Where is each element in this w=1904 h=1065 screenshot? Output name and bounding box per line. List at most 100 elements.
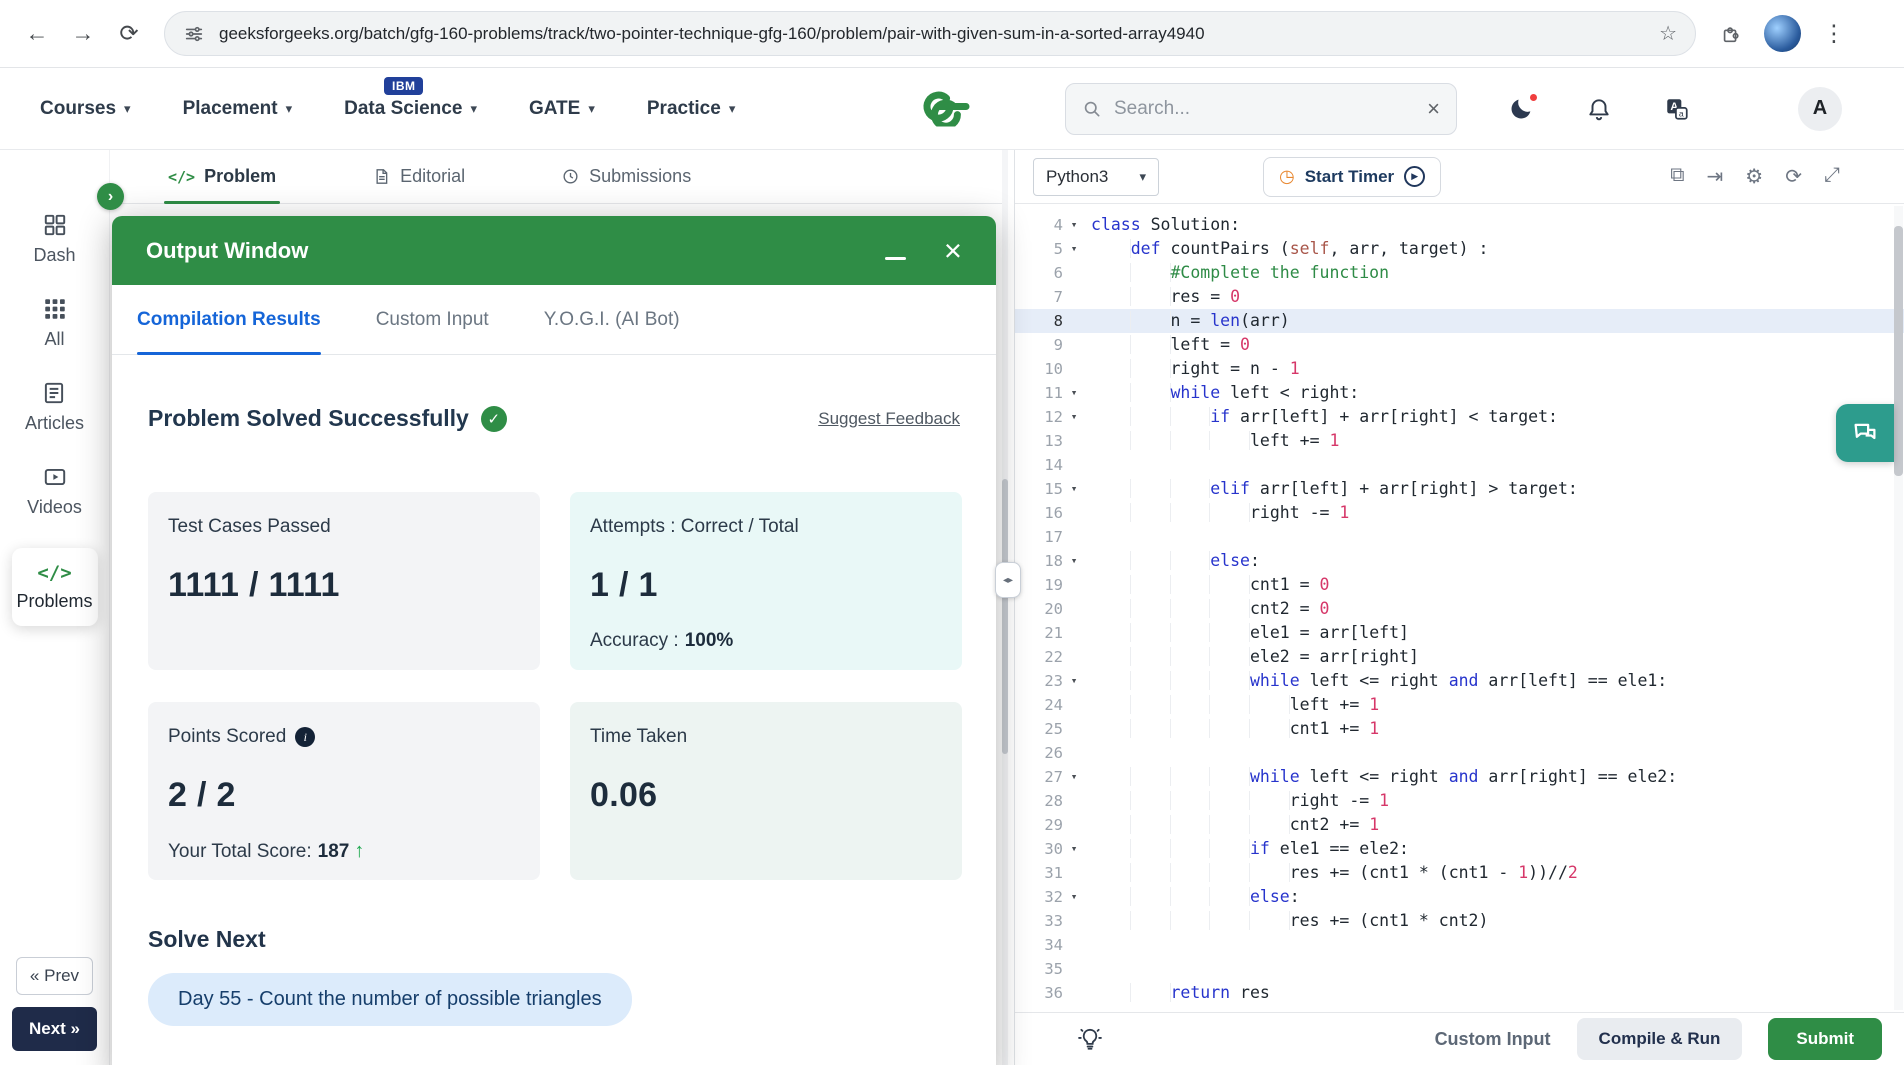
code-line[interactable]: cnt1 += 1 — [1089, 717, 1904, 741]
hint-bulb-icon[interactable] — [1077, 1026, 1103, 1052]
site-info-icon[interactable] — [183, 23, 205, 45]
close-icon[interactable]: × — [944, 235, 962, 266]
nav-gate[interactable]: GATE ▾ — [529, 68, 595, 149]
user-avatar[interactable]: A — [1798, 86, 1842, 131]
code-line[interactable] — [1089, 525, 1904, 549]
code-line[interactable]: if ele1 == ele2: — [1089, 837, 1904, 861]
settings-gear-icon[interactable]: ⚙ — [1745, 164, 1763, 189]
forward-icon[interactable]: → — [62, 13, 104, 55]
sidebar-item-videos[interactable]: Videos — [27, 464, 82, 518]
address-bar[interactable]: geeksforgeeks.org/batch/gfg-160-problems… — [164, 11, 1696, 56]
code-line[interactable]: ele2 = arr[right] — [1089, 645, 1904, 669]
sidebar-item-dash[interactable]: Dash — [33, 212, 76, 266]
nav-data-science[interactable]: IBM Data Science ▾ — [344, 68, 477, 149]
code-line[interactable]: res = 0 — [1089, 285, 1904, 309]
discussion-fab[interactable] — [1836, 404, 1894, 462]
sidebar-item-problems[interactable]: </> Problems — [11, 548, 98, 626]
code-line[interactable]: left = 0 — [1089, 333, 1904, 357]
tab-submissions[interactable]: Submissions — [561, 150, 691, 203]
gutter-line[interactable]: 20 — [1015, 597, 1089, 621]
code-line[interactable]: elif arr[left] + arr[right] > target: — [1089, 477, 1904, 501]
sidebar-item-all[interactable]: All — [42, 296, 68, 350]
search-input[interactable]: Search... × — [1065, 82, 1457, 135]
browser-menu-icon[interactable]: ⋮ — [1813, 13, 1855, 55]
code-line[interactable]: return res — [1089, 981, 1904, 1005]
code-line[interactable] — [1089, 453, 1904, 477]
sidebar-item-articles[interactable]: Articles — [25, 380, 84, 434]
gutter-line[interactable]: 17 — [1015, 525, 1089, 549]
tab-editorial[interactable]: Editorial — [372, 150, 465, 203]
code-line[interactable]: else: — [1089, 885, 1904, 909]
search-clear-icon[interactable]: × — [1427, 96, 1440, 122]
code-line[interactable]: left += 1 — [1089, 429, 1904, 453]
code-line[interactable]: res += (cnt1 * cnt2) — [1089, 909, 1904, 933]
nav-placement[interactable]: Placement ▾ — [183, 68, 293, 149]
gutter-line[interactable]: 27 ▾ — [1015, 765, 1089, 789]
gutter-line[interactable]: 33 — [1015, 909, 1089, 933]
gutter-line[interactable]: 26 — [1015, 741, 1089, 765]
left-panel-scrollbar-thumb[interactable] — [1002, 479, 1008, 754]
code-line[interactable]: cnt1 = 0 — [1089, 573, 1904, 597]
bookmark-star-icon[interactable]: ☆ — [1659, 21, 1677, 46]
code-line[interactable]: while left <= right and arr[right] == el… — [1089, 765, 1904, 789]
browser-profile-avatar[interactable] — [1764, 15, 1801, 52]
notifications-button[interactable] — [1586, 96, 1612, 122]
next-problem-pill[interactable]: Day 55 - Count the number of possible tr… — [148, 973, 632, 1026]
gutter-line[interactable]: 12 ▾ — [1015, 405, 1089, 429]
tab-compilation-results[interactable]: Compilation Results — [137, 285, 321, 355]
split-drag-handle[interactable]: ◂▸ — [995, 562, 1021, 599]
gutter-line[interactable]: 22 — [1015, 645, 1089, 669]
gfg-logo[interactable] — [914, 86, 990, 131]
gutter-line[interactable]: 18 ▾ — [1015, 549, 1089, 573]
code-line[interactable]: if arr[left] + arr[right] < target: — [1089, 405, 1904, 429]
code-line[interactable]: while left < right: — [1089, 381, 1904, 405]
submit-button[interactable]: Submit — [1768, 1018, 1882, 1060]
editor-scrollbar-thumb[interactable] — [1894, 226, 1903, 476]
gutter-line[interactable]: 4 ▾ — [1015, 213, 1089, 237]
start-timer-button[interactable]: ◷ Start Timer ▶ — [1263, 156, 1442, 197]
gutter-line[interactable]: 36 — [1015, 981, 1089, 1005]
code-line[interactable]: left += 1 — [1089, 693, 1904, 717]
gutter-line[interactable]: 19 — [1015, 573, 1089, 597]
compile-run-button[interactable]: Compile & Run — [1576, 1018, 1743, 1060]
export-icon[interactable]: ⇥ — [1707, 164, 1724, 189]
extensions-icon[interactable] — [1710, 13, 1752, 55]
reload-icon[interactable]: ⟳ — [108, 13, 150, 55]
url-text[interactable]: geeksforgeeks.org/batch/gfg-160-problems… — [219, 24, 1645, 44]
gutter-line[interactable]: 31 — [1015, 861, 1089, 885]
gutter-line[interactable]: 11 ▾ — [1015, 381, 1089, 405]
next-problem-button[interactable]: Next » — [11, 1007, 98, 1051]
code-line[interactable]: #Complete the function — [1089, 261, 1904, 285]
code-line[interactable]: class Solution: — [1089, 213, 1904, 237]
gutter-line[interactable]: 13 — [1015, 429, 1089, 453]
code-line[interactable]: right -= 1 — [1089, 789, 1904, 813]
code-line[interactable]: right -= 1 — [1089, 501, 1904, 525]
code-line[interactable]: n = len(arr) — [1089, 309, 1904, 333]
copy-icon[interactable]: ⧉ — [1670, 164, 1684, 189]
code-line[interactable] — [1089, 933, 1904, 957]
gutter-line[interactable]: 10 — [1015, 357, 1089, 381]
gutter-line[interactable]: 6 — [1015, 261, 1089, 285]
gutter-line[interactable]: 21 — [1015, 621, 1089, 645]
gutter-line[interactable]: 34 — [1015, 933, 1089, 957]
code-line[interactable] — [1089, 741, 1904, 765]
fullscreen-icon[interactable]: ⤢ — [1824, 164, 1840, 189]
code-line[interactable]: cnt2 = 0 — [1089, 597, 1904, 621]
gutter-line[interactable]: 32 ▾ — [1015, 885, 1089, 909]
gutter-line[interactable]: 30 ▾ — [1015, 837, 1089, 861]
tab-custom-input[interactable]: Custom Input — [376, 285, 489, 354]
gutter-line[interactable]: 25 — [1015, 717, 1089, 741]
gutter-line[interactable]: 28 — [1015, 789, 1089, 813]
dark-mode-toggle[interactable] — [1509, 92, 1539, 121]
gutter-line[interactable]: 24 — [1015, 693, 1089, 717]
reset-code-icon[interactable]: ⟳ — [1785, 164, 1802, 189]
gutter-line[interactable]: 16 — [1015, 501, 1089, 525]
nav-courses[interactable]: Courses ▾ — [40, 68, 131, 149]
code-line[interactable]: ele1 = arr[left] — [1089, 621, 1904, 645]
gutter-line[interactable]: 9 — [1015, 333, 1089, 357]
gutter-line[interactable]: 5 ▾ — [1015, 237, 1089, 261]
translate-button[interactable]: A a — [1664, 96, 1690, 122]
custom-input-link[interactable]: Custom Input — [1435, 1029, 1551, 1050]
code-line[interactable]: else: — [1089, 549, 1904, 573]
back-icon[interactable]: ← — [16, 13, 58, 55]
